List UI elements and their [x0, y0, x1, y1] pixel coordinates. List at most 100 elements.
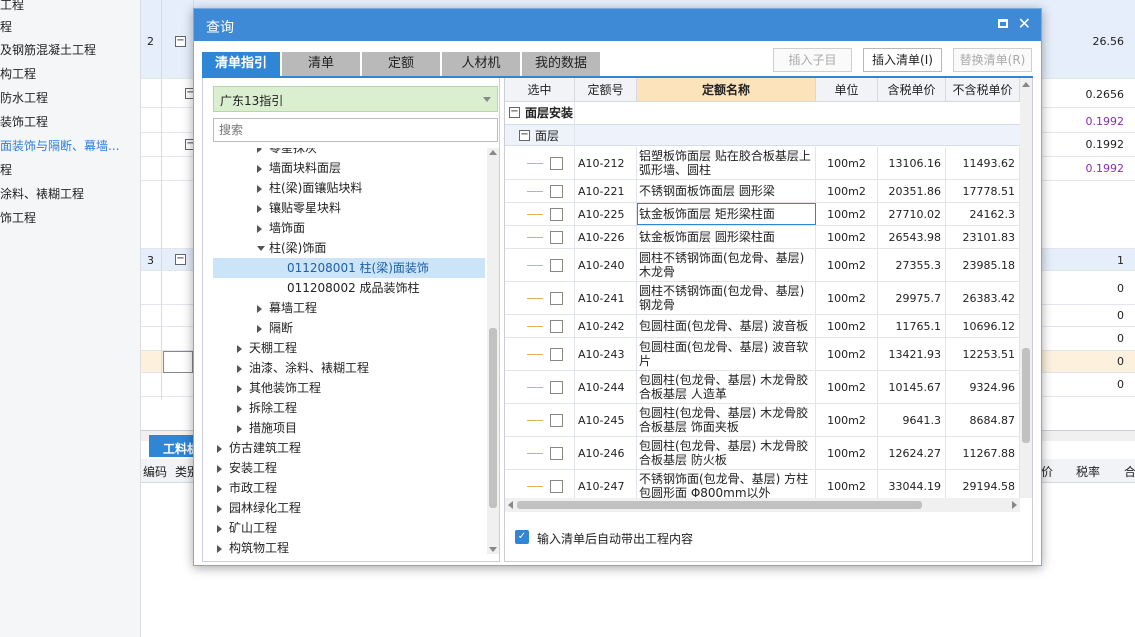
row-select-checkbox[interactable]	[550, 414, 563, 427]
sidebar-item[interactable]: 构工程	[0, 65, 36, 82]
collapse-icon[interactable]: −	[509, 107, 520, 118]
chevron-down-icon[interactable]	[257, 246, 265, 251]
row-select-checkbox[interactable]	[550, 447, 563, 460]
cell-name[interactable]: 包圆柱面(包龙骨、基层) 波音板	[637, 315, 816, 337]
chevron-right-icon[interactable]	[237, 345, 242, 353]
table-row[interactable]: A10-244 包圆柱(包龙骨、基层) 木龙骨胶合板基层 人造革 100m2 1014…	[505, 371, 1020, 404]
tab-list-guide[interactable]: 清单指引	[202, 52, 280, 76]
cell-name[interactable]: 包圆柱(包龙骨、基层) 木龙骨胶合板基层 饰面夹板	[637, 404, 816, 436]
tree-scrollbar[interactable]	[487, 148, 499, 554]
group-row-layer[interactable]: − 面层	[505, 124, 1020, 146]
collapse-icon[interactable]: −	[519, 130, 530, 141]
insert-child-button[interactable]: 插入子目	[773, 48, 852, 72]
tree-node[interactable]: 011208001 柱(梁)面装饰	[213, 258, 485, 278]
chevron-right-icon[interactable]	[217, 485, 222, 493]
cell-name[interactable]: 包圆柱(包龙骨、基层) 木龙骨胶合板基层 防火板	[637, 437, 816, 469]
row-select-checkbox[interactable]	[550, 231, 563, 244]
tree-node[interactable]: 011208002 成品装饰柱	[213, 278, 485, 298]
sidebar-item[interactable]: 程	[0, 161, 12, 178]
guide-dropdown[interactable]: 广东13指引	[213, 86, 498, 112]
chevron-right-icon[interactable]	[257, 148, 262, 153]
tree-node[interactable]: 其他装饰工程	[213, 378, 485, 398]
sidebar-item[interactable]: 面装饰与隔断、幕墙...	[0, 137, 119, 154]
col-header-tax-price[interactable]: 含税单价	[878, 78, 946, 102]
tree-node[interactable]: 零星抹灰	[213, 148, 485, 158]
row-select-checkbox[interactable]	[550, 292, 563, 305]
chevron-right-icon[interactable]	[257, 305, 262, 313]
tree-node[interactable]: 柱(梁)饰面	[213, 238, 485, 258]
cell-name[interactable]: 圆柱不锈钢饰面(包龙骨、基层) 钢龙骨	[637, 282, 816, 314]
chevron-right-icon[interactable]	[237, 405, 242, 413]
chevron-right-icon[interactable]	[237, 425, 242, 433]
chevron-right-icon[interactable]	[237, 365, 242, 373]
row-select-checkbox[interactable]	[550, 480, 563, 493]
row-select-checkbox[interactable]	[550, 348, 563, 361]
tree-node[interactable]: 墙饰面	[213, 218, 485, 238]
table-cell-editor[interactable]	[163, 351, 193, 373]
tree-node[interactable]: 柱(梁)面镶贴块料	[213, 178, 485, 198]
tree-node[interactable]: 油漆、涂料、裱糊工程	[213, 358, 485, 378]
chevron-right-icon[interactable]	[217, 445, 222, 453]
insert-list-button[interactable]: 插入清单(I)	[863, 48, 942, 72]
col-header-notax-price[interactable]: 不含税单价	[946, 78, 1020, 102]
col-header-select[interactable]: 选中	[505, 78, 575, 102]
scroll-up-icon[interactable]	[1022, 82, 1030, 87]
col-header-name[interactable]: 定额名称	[637, 78, 816, 102]
table-row[interactable]: A10-240 圆柱不锈钢饰面(包龙骨、基层) 木龙骨 100m2 27355.3 23…	[505, 249, 1020, 282]
chevron-right-icon[interactable]	[217, 505, 222, 513]
tree-node[interactable]: 拆除工程	[213, 398, 485, 418]
row-select-checkbox[interactable]	[550, 157, 563, 170]
tab-my-data[interactable]: 我的数据	[522, 52, 600, 76]
tree-node[interactable]: 安装工程	[213, 458, 485, 478]
tree-node[interactable]: 墙面块料面层	[213, 158, 485, 178]
chevron-right-icon[interactable]	[257, 225, 262, 233]
row-select-checkbox[interactable]	[550, 208, 563, 221]
collapse-icon[interactable]: −	[175, 254, 186, 265]
maximize-icon[interactable]	[998, 19, 1008, 28]
sidebar-item[interactable]: 防水工程	[0, 89, 48, 106]
tree-node[interactable]: 天棚工程	[213, 338, 485, 358]
table-row[interactable]: A10-225 钛金板饰面层 矩形梁柱面 100m2 27710.02 24162.3	[505, 203, 1020, 226]
table-row[interactable]: A10-245 包圆柱(包龙骨、基层) 木龙骨胶合板基层 饰面夹板 100m2 964…	[505, 404, 1020, 437]
cell-name[interactable]: 钛金板饰面层 圆形梁柱面	[637, 226, 816, 248]
table-row[interactable]: A10-242 包圆柱面(包龙骨、基层) 波音板 100m2 11765.1 10696…	[505, 315, 1020, 338]
col-header-code[interactable]: 定额号	[575, 78, 637, 102]
search-input[interactable]	[213, 118, 498, 142]
sidebar-item[interactable]: 装饰工程	[0, 113, 48, 130]
tab-materials[interactable]: 人材机	[442, 52, 520, 76]
sidebar-item[interactable]: 程	[0, 18, 12, 35]
cell-name[interactable]: 钛金板饰面层 矩形梁柱面	[637, 203, 816, 225]
tree-node[interactable]: 仿古建筑工程	[213, 438, 485, 458]
chevron-right-icon[interactable]	[217, 525, 222, 533]
sidebar-item[interactable]: 涂料、裱糊工程	[0, 185, 84, 202]
tab-quota[interactable]: 定额	[362, 52, 440, 76]
cell-name[interactable]: 包圆柱(包龙骨、基层) 木龙骨胶合板基层 人造革	[637, 371, 816, 403]
tree-node[interactable]: 构筑物工程	[213, 538, 485, 554]
row-select-checkbox[interactable]	[550, 185, 563, 198]
row-select-checkbox[interactable]	[550, 259, 563, 272]
chevron-right-icon[interactable]	[217, 545, 222, 553]
scrollbar-thumb[interactable]	[489, 328, 497, 508]
chevron-right-icon[interactable]	[257, 165, 262, 173]
table-row[interactable]: A10-241 圆柱不锈钢饰面(包龙骨、基层) 钢龙骨 100m2 29975.7 26…	[505, 282, 1020, 315]
scroll-up-icon[interactable]	[489, 150, 497, 155]
table-row[interactable]: A10-212 铝塑板饰面层 贴在胶合板基层上 弧形墙、圆柱 100m2 13106.…	[505, 147, 1020, 180]
chevron-right-icon[interactable]	[217, 465, 222, 473]
sidebar-item[interactable]: 工程	[0, 0, 24, 13]
row-select-checkbox[interactable]	[550, 320, 563, 333]
tree-node[interactable]: 矿山工程	[213, 518, 485, 538]
grid-vertical-scrollbar[interactable]	[1020, 78, 1032, 498]
col-header-unit[interactable]: 单位	[816, 78, 878, 102]
cell-name[interactable]: 不锈钢饰面(包龙骨、基层) 方柱包圆形面 Φ800mm以外	[637, 470, 816, 498]
grid-horizontal-scrollbar[interactable]	[505, 498, 1020, 512]
row-select-checkbox[interactable]	[550, 381, 563, 394]
chevron-right-icon[interactable]	[257, 325, 262, 333]
tree-node[interactable]: 园林绿化工程	[213, 498, 485, 518]
table-row[interactable]: A10-243 包圆柱面(包龙骨、基层) 波音软片 100m2 13421.93 122…	[505, 338, 1020, 371]
scrollbar-thumb[interactable]	[517, 501, 922, 509]
sidebar-item[interactable]: 及钢筋混凝土工程	[0, 41, 96, 58]
scroll-down-icon[interactable]	[489, 547, 497, 552]
auto-content-checkbox[interactable]: ✓	[515, 530, 529, 544]
table-row[interactable]: A10-246 包圆柱(包龙骨、基层) 木龙骨胶合板基层 防火板 100m2 1262…	[505, 437, 1020, 470]
replace-list-button[interactable]: 替换清单(R)	[953, 48, 1032, 72]
